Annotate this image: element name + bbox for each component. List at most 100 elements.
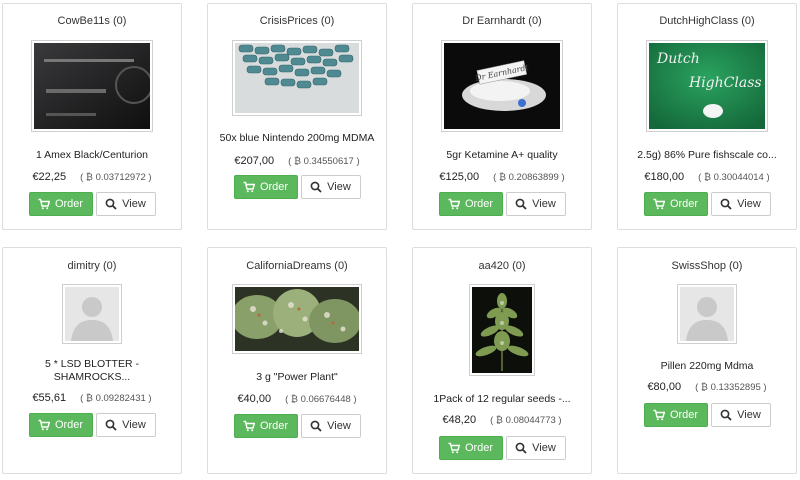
seller-name[interactable]: CowBe11s (0) — [3, 15, 181, 27]
price-btc: ( ₿ 0.03712972 ) — [80, 172, 152, 183]
listing-card: CowBe11s (0) 1 Amex Black/Centurion €22,… — [2, 3, 182, 230]
seller-name[interactable]: dimitry (0) — [3, 260, 181, 272]
view-label: View — [532, 442, 556, 454]
product-image[interactable] — [469, 284, 535, 376]
view-button[interactable]: View — [710, 403, 771, 427]
price-eur: €80,00 — [647, 381, 682, 393]
avatar-placeholder-icon — [680, 287, 734, 341]
order-label: Order — [54, 419, 84, 431]
price-btc: ( ₿ 0.13352895 ) — [695, 382, 767, 393]
action-buttons: Order View — [208, 175, 386, 199]
search-icon — [515, 198, 527, 210]
price-eur: €180,00 — [644, 171, 685, 183]
action-buttons: Order View — [3, 192, 181, 216]
action-buttons: Order View — [413, 192, 591, 216]
seller-name[interactable]: Dr Earnhardt (0) — [413, 15, 591, 27]
product-title[interactable]: Pillen 220mg Mdma — [626, 360, 788, 373]
view-button[interactable]: View — [95, 413, 156, 437]
order-label: Order — [669, 198, 699, 210]
listing-card: CaliforniaDreams (0) 3 g "Power Plant" €… — [207, 247, 387, 474]
price-eur: €48,20 — [442, 414, 477, 426]
seller-name[interactable]: SwissShop (0) — [618, 260, 796, 272]
price: €48,20 ( ₿ 0.08044773 ) — [413, 414, 591, 426]
view-label: View — [737, 198, 761, 210]
product-title[interactable]: 5 * LSD BLOTTER - SHAMROCKS... — [11, 358, 173, 384]
price-eur: €40,00 — [237, 393, 272, 405]
product-image[interactable] — [232, 40, 362, 116]
price: €22,25 ( ₿ 0.03712972 ) — [3, 171, 181, 183]
search-icon — [310, 181, 322, 193]
order-label: Order — [259, 420, 289, 432]
price: €125,00 ( ₿ 0.20863899 ) — [413, 171, 591, 183]
view-label: View — [122, 198, 146, 210]
action-buttons: Order View — [413, 436, 591, 460]
price-eur: €207,00 — [234, 155, 275, 167]
order-button[interactable]: Order — [233, 414, 298, 438]
price-eur: €55,61 — [32, 392, 67, 404]
listing-card: SwissShop (0) Pillen 220mg Mdma €80,00 ( … — [617, 247, 797, 474]
price-btc: ( ₿ 0.08044773 ) — [490, 415, 562, 426]
order-button[interactable]: Order — [233, 175, 298, 199]
view-label: View — [327, 181, 351, 193]
order-button[interactable]: Order — [643, 403, 708, 427]
product-image[interactable] — [232, 284, 362, 354]
order-button[interactable]: Order — [28, 413, 93, 437]
product-title[interactable]: 1 Amex Black/Centurion — [11, 149, 173, 162]
view-label: View — [532, 198, 556, 210]
product-image[interactable] — [31, 40, 153, 132]
action-buttons: Order View — [618, 403, 796, 427]
listing-card: Dr Earnhardt (0) Dr Earnhardt 5gr Ketami… — [412, 3, 592, 230]
listing-card: DutchHighClass (0) Dutch HighClass 2.5g)… — [617, 3, 797, 230]
search-icon — [720, 198, 732, 210]
seller-name[interactable]: aa420 (0) — [413, 260, 591, 272]
view-button[interactable]: View — [505, 192, 566, 216]
order-label: Order — [669, 409, 699, 421]
view-label: View — [122, 419, 146, 431]
seller-name[interactable]: CaliforniaDreams (0) — [208, 260, 386, 272]
order-button[interactable]: Order — [28, 192, 93, 216]
seller-name[interactable]: DutchHighClass (0) — [618, 15, 796, 27]
product-image[interactable] — [677, 284, 737, 344]
order-label: Order — [259, 181, 289, 193]
listing-card: aa420 (0) 1Pack of 12 regular seeds -...… — [412, 247, 592, 474]
product-title[interactable]: 1Pack of 12 regular seeds -... — [421, 393, 583, 406]
shopping-cart-icon — [38, 419, 50, 431]
listing-card: dimitry (0) 5 * LSD BLOTTER - SHAMROCKS.… — [2, 247, 182, 474]
price-btc: ( ₿ 0.09282431 ) — [80, 393, 152, 404]
view-button[interactable]: View — [710, 192, 771, 216]
shopping-cart-icon — [448, 198, 460, 210]
search-icon — [105, 198, 117, 210]
order-button[interactable]: Order — [643, 192, 708, 216]
order-label: Order — [54, 198, 84, 210]
view-button[interactable]: View — [505, 436, 566, 460]
avatar-placeholder-icon — [65, 287, 119, 341]
product-title[interactable]: 3 g "Power Plant" — [216, 371, 378, 384]
view-button[interactable]: View — [95, 192, 156, 216]
search-icon — [105, 419, 117, 431]
shopping-cart-icon — [38, 198, 50, 210]
order-label: Order — [464, 198, 494, 210]
shopping-cart-icon — [448, 442, 460, 454]
product-image[interactable] — [62, 284, 122, 344]
price: €80,00 ( ₿ 0.13352895 ) — [618, 381, 796, 393]
search-icon — [515, 442, 527, 454]
price-btc: ( ₿ 0.20863899 ) — [493, 172, 565, 183]
product-image[interactable]: Dutch HighClass — [646, 40, 768, 132]
product-image[interactable]: Dr Earnhardt — [441, 40, 563, 132]
price-btc: ( ₿ 0.30044014 ) — [698, 172, 770, 183]
price: €55,61 ( ₿ 0.09282431 ) — [3, 392, 181, 404]
order-button[interactable]: Order — [438, 436, 503, 460]
price-eur: €125,00 — [439, 171, 480, 183]
product-title[interactable]: 5gr Ketamine A+ quality — [421, 149, 583, 162]
view-label: View — [327, 420, 351, 432]
seller-name[interactable]: CrisisPrices (0) — [208, 15, 386, 27]
view-button[interactable]: View — [300, 414, 361, 438]
product-title[interactable]: 2.5g) 86% Pure fishscale co... — [626, 149, 788, 162]
price-btc: ( ₿ 0.06676448 ) — [285, 394, 357, 405]
view-button[interactable]: View — [300, 175, 361, 199]
shopping-cart-icon — [243, 181, 255, 193]
shopping-cart-icon — [653, 198, 665, 210]
order-button[interactable]: Order — [438, 192, 503, 216]
image-text-line-2: HighClass — [688, 75, 762, 91]
product-title[interactable]: 50x blue Nintendo 200mg MDMA — [216, 132, 378, 145]
